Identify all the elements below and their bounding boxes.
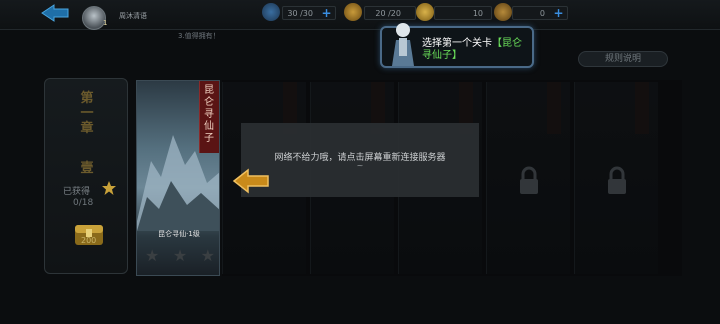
chapter-card: 第一章 壹 已获得 0/18 200 — [44, 78, 128, 274]
guide-hero-portrait — [392, 23, 414, 66]
energy-resource: 20 /20 — [364, 6, 416, 20]
stage-ribbon: 昆仑寻仙子 — [199, 81, 219, 153]
left-arrow-icon[interactable] — [232, 167, 272, 195]
add-ingot-button[interactable]: + — [553, 7, 564, 19]
player-name: 周沐清语 — [119, 12, 147, 20]
top-bar: 1 周沐清语 30 /30 + 20 /20 10 0 + — [0, 0, 720, 30]
ingot-resource: 0 + — [512, 6, 568, 20]
earned-label: 已获得 — [63, 187, 91, 197]
guide-tooltip: 选择第一个关卡【昆仑寻仙子】 — [380, 23, 534, 68]
notice-text: 3.值得拥有！ — [178, 32, 220, 40]
energy-icon — [344, 3, 362, 21]
ingot-icon — [494, 3, 512, 21]
network-error-dialog[interactable]: 网络不给力哦，请点击屏幕重新连接服务器 ~ — [241, 123, 479, 197]
stage-card-kunlun[interactable]: 昆仑寻仙子 昆仑寻仙·1级 ★ ★ ★ — [136, 80, 220, 276]
stamina-icon — [262, 3, 280, 21]
star-icon — [102, 181, 116, 195]
chapter-subtitle: 壹 — [80, 161, 94, 176]
add-stamina-button[interactable]: + — [321, 7, 332, 19]
reward-quantity: 200 — [81, 236, 97, 245]
gold-coin-icon — [416, 3, 434, 21]
stage-name: 昆仑寻仙·1级 — [158, 230, 200, 238]
rules-button[interactable]: 规则说明 — [578, 51, 668, 67]
chapter-title: 第一章 — [80, 91, 94, 136]
player-level: 1 — [103, 19, 108, 27]
gold-resource: 10 — [434, 6, 492, 20]
earned-count: 0/18 — [73, 198, 94, 208]
star-empty-icon: ★ — [172, 246, 188, 265]
back-arrow-icon[interactable] — [40, 3, 70, 23]
stamina-resource: 30 /30 + — [282, 6, 336, 20]
star-empty-icon: ★ — [145, 246, 160, 265]
network-error-sub: ~ — [356, 161, 364, 170]
stage-stars: ★ ★ ★ — [145, 246, 215, 265]
star-empty-icon: ★ — [200, 246, 215, 265]
guide-text: 选择第一个关卡【昆仑寻仙子】 — [422, 38, 522, 61]
